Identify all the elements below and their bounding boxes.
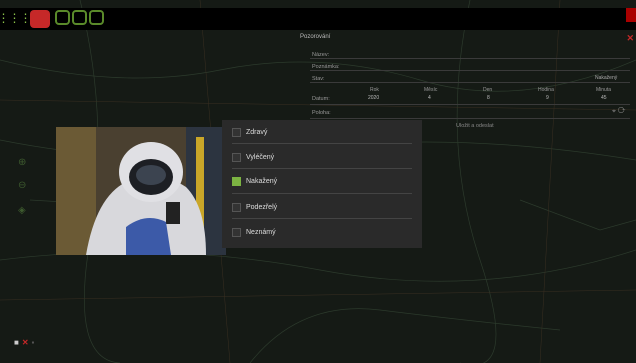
option-label: Zdravý [246, 129, 268, 136]
option-healthy[interactable]: Zdravý [232, 128, 267, 137]
checkbox-recovered[interactable] [232, 153, 241, 162]
grid-icon[interactable]: ⋮⋮⋮ [0, 10, 32, 26]
hour-value[interactable]: 9 [546, 95, 549, 101]
divider [232, 143, 412, 144]
checkbox-suspected[interactable] [232, 203, 241, 212]
minute-value[interactable]: 45 [601, 95, 607, 101]
dialog-close-icon[interactable]: ✕ [626, 33, 634, 44]
date-line [310, 104, 630, 105]
position-line [310, 118, 630, 119]
hour-header: Hodina [538, 87, 554, 93]
name-field[interactable] [310, 58, 630, 59]
stop-icon[interactable] [55, 10, 70, 25]
add-icon[interactable] [72, 10, 87, 25]
layers-icon[interactable]: ◈ [18, 205, 30, 217]
folder-icon[interactable]: ■ [14, 338, 19, 347]
divider [232, 168, 412, 169]
month-header: Měsíc [424, 87, 438, 93]
month-value[interactable]: 4 [428, 95, 431, 101]
divider [232, 218, 412, 219]
observation-photo [56, 127, 226, 255]
date-label: Datum: [312, 96, 330, 102]
day-value[interactable]: 8 [487, 95, 490, 101]
option-label: Podezřelý [246, 204, 278, 211]
state-field [310, 82, 630, 83]
checkbox-infected[interactable] [232, 177, 241, 186]
delete-icon[interactable]: ✕ [22, 338, 29, 347]
location-icon[interactable]: ⌖ ⟳ [612, 108, 625, 116]
checkbox-healthy[interactable] [232, 128, 241, 137]
option-label: Nakažený [246, 178, 278, 185]
option-recovered[interactable]: Vyléčený [232, 153, 274, 162]
virus-icon[interactable] [30, 10, 50, 28]
edit-icon[interactable]: ▪ [32, 338, 35, 347]
close-icon[interactable] [626, 8, 636, 22]
minute-header: Minuta [596, 87, 612, 93]
state-value[interactable]: Nakažený [595, 75, 617, 81]
option-label: Vyléčený [246, 154, 275, 161]
state-dropdown: Zdravý Vyléčený Nakažený Podezřelý Nezná… [222, 120, 422, 248]
year-value[interactable]: 2020 [368, 95, 379, 101]
divider [232, 193, 412, 194]
save-button[interactable]: Uložit a odeslat [456, 123, 494, 129]
position-label: Poloha: [312, 110, 331, 116]
toolbar: ⋮⋮⋮ [0, 8, 636, 30]
zoom-in-icon[interactable]: ⊕ [18, 157, 30, 169]
option-infected[interactable]: Nakažený [232, 177, 277, 186]
checkbox-unknown[interactable] [232, 228, 241, 237]
zoom-out-icon[interactable]: ⊖ [18, 180, 30, 192]
chat-icon[interactable] [89, 10, 104, 25]
year-header: Rok [370, 87, 379, 93]
dialog-title: Pozorování [300, 34, 331, 40]
option-suspected[interactable]: Podezřelý [232, 203, 277, 212]
option-label: Neznámý [246, 229, 276, 236]
bottom-toolbar: ■ ✕ ▪ [14, 338, 34, 347]
day-header: Den [483, 87, 493, 93]
note-field[interactable] [310, 70, 630, 71]
option-unknown[interactable]: Neznámý [232, 228, 276, 237]
